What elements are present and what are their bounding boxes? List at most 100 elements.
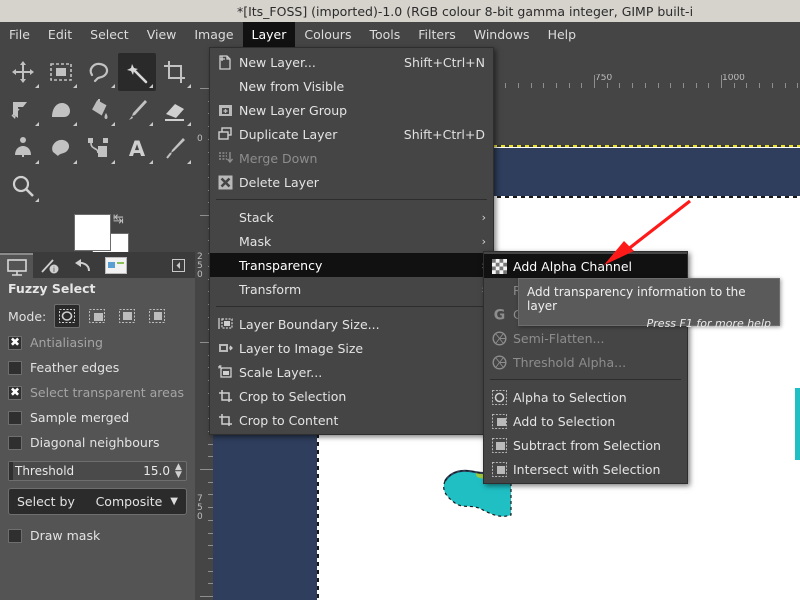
- crop-tool[interactable]: [156, 53, 194, 91]
- device-status-tab[interactable]: i: [33, 253, 66, 278]
- checkbox-diagonal-neighbours[interactable]: [8, 436, 22, 450]
- layer-menu-item-mask[interactable]: Mask›: [210, 229, 493, 253]
- layer-menu-item-duplicate-layer[interactable]: Duplicate LayerShift+Ctrl+D: [210, 122, 493, 146]
- select-by-dropdown[interactable]: Select by Composite ▼: [8, 488, 187, 515]
- layer-menu-item-new-layer-group[interactable]: New Layer Group: [210, 98, 493, 122]
- option-row-feather-edges[interactable]: Feather edges: [8, 355, 187, 380]
- layer-menu-item-crop-to-selection[interactable]: Crop to Selection: [210, 384, 493, 408]
- mode-subtract-from-selection[interactable]: [114, 304, 140, 328]
- tool-triangle-icon: [149, 84, 153, 88]
- option-row-sample-merged[interactable]: Sample merged: [8, 405, 187, 430]
- undo-history-tab[interactable]: [66, 253, 99, 278]
- layer-menu-item-layer-to-image-size[interactable]: Layer to Image Size: [210, 336, 493, 360]
- checkbox-label: Sample merged: [30, 410, 129, 425]
- tool-triangle-icon: [111, 84, 115, 88]
- menu-item-label: Duplicate Layer: [239, 127, 382, 142]
- threshold-slider[interactable]: Threshold 15.0 ▲▼: [8, 461, 187, 481]
- menubar-item-layer[interactable]: Layer: [243, 22, 296, 47]
- menubar-item-view[interactable]: View: [138, 22, 186, 47]
- transparency-menu-item-subtract-from-selection[interactable]: Subtract from Selection: [484, 433, 687, 457]
- transparency-menu-item-add-to-selection[interactable]: Add to Selection: [484, 409, 687, 433]
- menu-item-label: Layer to Image Size: [239, 341, 485, 356]
- menubar-item-select[interactable]: Select: [81, 22, 138, 47]
- option-row-select-transparent-areas[interactable]: Select transparent areas: [8, 380, 187, 405]
- checker-icon: [488, 257, 510, 275]
- text-tool[interactable]: A: [118, 129, 156, 167]
- layer-menu-item-delete-layer[interactable]: Delete Layer: [210, 170, 493, 194]
- zoom-tool[interactable]: [4, 167, 42, 205]
- threshold-spinner-icon[interactable]: ▲▼: [174, 463, 186, 479]
- checkbox-antialiasing[interactable]: [8, 336, 22, 350]
- clone-tool[interactable]: [4, 129, 42, 167]
- swap-colours-icon[interactable]: ↹: [113, 212, 124, 227]
- bucket-fill-tool[interactable]: [80, 91, 118, 129]
- ruler-label-v: 0: [197, 135, 206, 144]
- free-select-tool[interactable]: [80, 53, 118, 91]
- tooltip-text: Add transparency information to the laye…: [527, 285, 771, 313]
- no-icon: [214, 208, 236, 226]
- tool-triangle-icon: [35, 84, 39, 88]
- menu-item-label: Merge Down: [239, 151, 485, 166]
- delete-layer-icon: [214, 173, 236, 191]
- path-tool[interactable]: [80, 129, 118, 167]
- checkbox-feather-edges[interactable]: [8, 361, 22, 375]
- layer-menu-item-scale-layer[interactable]: Scale Layer...: [210, 360, 493, 384]
- checkbox-label: Antialiasing: [30, 335, 103, 350]
- dock-tabs: i: [0, 252, 195, 278]
- fuzzy-select-tool[interactable]: [118, 53, 156, 91]
- mode-replace-selection[interactable]: [54, 304, 80, 328]
- checkbox-select-transparent-areas[interactable]: [8, 386, 22, 400]
- layer-menu-item-new-from-visible[interactable]: New from Visible: [210, 74, 493, 98]
- menubar-item-image[interactable]: Image: [185, 22, 242, 47]
- gimp-window: *[Its_FOSS] (imported)-1.0 (RGB colour 8…: [0, 0, 800, 600]
- foreground-colour-swatch[interactable]: [74, 214, 111, 251]
- option-row-antialiasing[interactable]: Antialiasing: [8, 330, 187, 355]
- layer-menu: New Layer... Shift+Ctrl+N New from Visible…: [209, 47, 494, 435]
- transparency-menu-item-intersect-with-selection[interactable]: Intersect with Selection: [484, 457, 687, 481]
- draw-mask-row[interactable]: Draw mask: [8, 523, 187, 548]
- move-tool[interactable]: [4, 53, 42, 91]
- subtract-from-selection-icon: [488, 436, 510, 454]
- mode-intersect-with-selection[interactable]: [144, 304, 170, 328]
- ruler-label-v: 250: [197, 253, 206, 280]
- chevron-right-icon: ›: [482, 211, 486, 224]
- menu-item-label: Subtract from Selection: [513, 438, 679, 453]
- option-row-diagonal-neighbours[interactable]: Diagonal neighbours: [8, 430, 187, 455]
- paintbrush-tool[interactable]: [118, 91, 156, 129]
- warp-transform-tool[interactable]: [42, 91, 80, 129]
- menu-item-label: Crop to Selection: [239, 389, 485, 404]
- svg-text:i: i: [53, 266, 55, 274]
- menubar-item-edit[interactable]: Edit: [39, 22, 81, 47]
- no-icon: [214, 256, 236, 274]
- layer-menu-item-transparency[interactable]: Transparency›: [210, 253, 493, 277]
- menu-item-label: New Layer...: [239, 55, 382, 70]
- menu-item-label: Scale Layer...: [239, 365, 485, 380]
- layer-menu-item-transform[interactable]: Transform›: [210, 277, 493, 301]
- rectangle-select-tool[interactable]: [42, 53, 80, 91]
- menubar-item-help[interactable]: Help: [539, 22, 586, 47]
- unified-transform-tool[interactable]: [4, 91, 42, 129]
- layer-menu-item-new-layer[interactable]: New Layer... Shift+Ctrl+N: [210, 50, 493, 74]
- eraser-tool[interactable]: [156, 91, 194, 129]
- dock-menu-icon[interactable]: [167, 254, 189, 276]
- layer-menu-item-stack[interactable]: Stack›: [210, 205, 493, 229]
- draw-mask-checkbox[interactable]: [8, 529, 22, 543]
- menubar-item-colours[interactable]: Colours: [295, 22, 360, 47]
- menubar-item-windows[interactable]: Windows: [465, 22, 539, 47]
- checkbox-sample-merged[interactable]: [8, 411, 22, 425]
- layer-menu-item-layer-boundary-size[interactable]: Layer Boundary Size...: [210, 312, 493, 336]
- colour-picker-tool[interactable]: [156, 129, 194, 167]
- menubar-item-file[interactable]: File: [0, 22, 39, 47]
- mode-add-to-selection[interactable]: [84, 304, 110, 328]
- tooltip-hint: Press F1 for more help: [527, 317, 771, 330]
- menubar-item-tools[interactable]: Tools: [360, 22, 409, 47]
- images-tab[interactable]: [99, 253, 132, 278]
- menubar-item-filters[interactable]: Filters: [409, 22, 464, 47]
- tool-options-tab[interactable]: [0, 253, 33, 278]
- menu-item-shortcut: Shift+Ctrl+N: [404, 55, 485, 70]
- transparency-menu-item-alpha-to-selection[interactable]: Alpha to Selection: [484, 385, 687, 409]
- smudge-tool[interactable]: [42, 129, 80, 167]
- layer-menu-item-crop-to-content[interactable]: Crop to Content: [210, 408, 493, 432]
- tool-triangle-icon: [73, 160, 77, 164]
- add-to-selection-icon: [488, 412, 510, 430]
